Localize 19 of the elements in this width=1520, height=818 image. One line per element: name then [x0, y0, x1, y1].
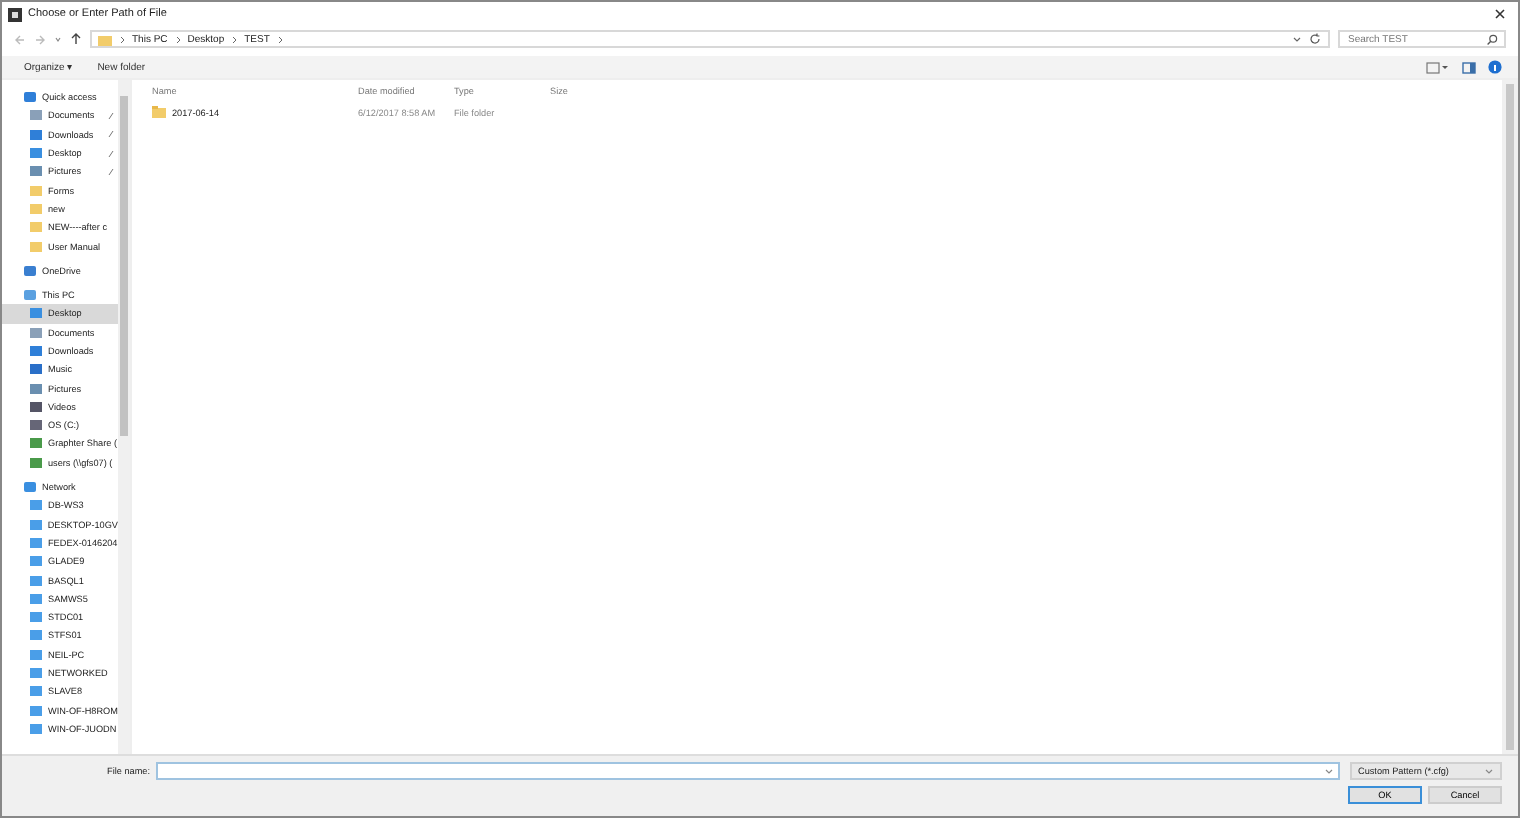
- preview-pane-icon[interactable]: [1462, 61, 1476, 73]
- file-name-field[interactable]: [156, 762, 1340, 780]
- forward-icon[interactable]: [34, 33, 46, 45]
- search-icon: [1486, 33, 1498, 45]
- caret-icon: [1484, 766, 1494, 776]
- folder-icon: [152, 106, 166, 118]
- folder-icon: [98, 33, 112, 45]
- scrollbar[interactable]: [1502, 80, 1518, 754]
- refresh-icon[interactable]: [1308, 32, 1322, 46]
- close-icon[interactable]: [1494, 8, 1506, 20]
- view-icon[interactable]: [1426, 61, 1450, 73]
- sidebar-icon: [24, 265, 36, 276]
- up-icon[interactable]: [70, 32, 82, 46]
- caret-icon[interactable]: [1292, 33, 1302, 45]
- scrollbar[interactable]: [118, 80, 130, 754]
- back-icon[interactable]: [14, 33, 26, 45]
- help-icon[interactable]: [1488, 60, 1502, 74]
- app-icon: [8, 7, 22, 21]
- caret-icon: [1324, 766, 1334, 776]
